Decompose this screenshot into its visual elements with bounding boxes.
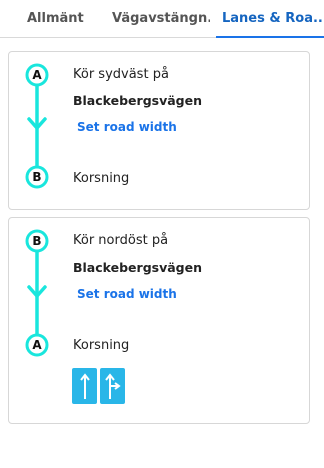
direction-text: Kör nordöst på (73, 233, 169, 248)
end-instruction-text: Korsning (73, 171, 130, 186)
street-name: Blackebergsvägen (73, 93, 202, 108)
direction-text: Kör sydväst på (73, 67, 169, 82)
end-waypoint-label: A (32, 338, 42, 352)
lane-guidance (72, 368, 125, 404)
start-waypoint-label: A (32, 68, 42, 82)
end-instruction-text: Korsning (73, 338, 130, 353)
lane-straight-right[interactable] (100, 368, 125, 404)
tab-general[interactable]: Allmänt (27, 0, 87, 38)
set-road-width-link[interactable]: Set road width (77, 120, 177, 134)
tab-bar: Allmänt Vägavstängn... Lanes & Roa... (0, 0, 324, 38)
tab-road-closures[interactable]: Vägavstängn... (112, 0, 210, 38)
tab-lanes-and-roads[interactable]: Lanes & Roa... (216, 0, 324, 38)
route-segment-card: A B Kör sydväst på Blackebergsvägen Set … (8, 51, 310, 210)
lane-straight[interactable] (72, 368, 97, 404)
straight-arrow-icon (79, 373, 90, 399)
end-waypoint-label: B (32, 170, 42, 184)
set-road-width-link[interactable]: Set road width (77, 287, 177, 301)
route-segment-card: B A Kör nordöst på Blackebergsvägen Set … (8, 217, 310, 424)
start-waypoint-label: B (32, 234, 42, 248)
street-name: Blackebergsvägen (73, 260, 202, 275)
straight-right-arrow-icon (104, 373, 121, 399)
